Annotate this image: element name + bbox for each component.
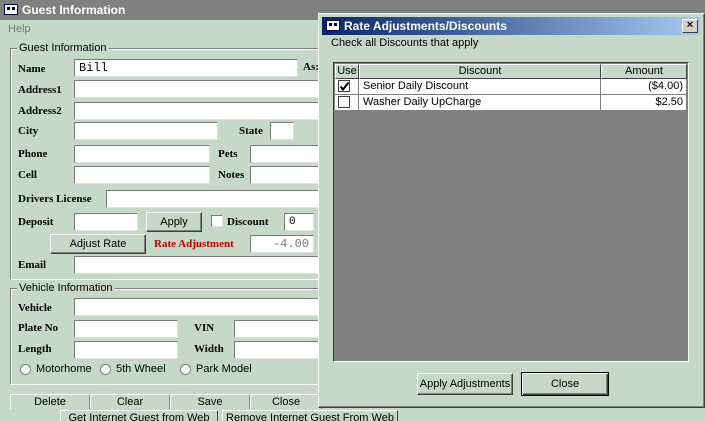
phone-label: Phone bbox=[18, 148, 48, 160]
vehicle-input[interactable] bbox=[74, 298, 322, 316]
address1-label: Address1 bbox=[18, 84, 62, 96]
apply-button[interactable]: Apply bbox=[146, 212, 202, 232]
dialog-instruction: Check all Discounts that apply bbox=[331, 37, 479, 49]
drivers-license-label: Drivers License bbox=[18, 193, 92, 205]
email-input[interactable] bbox=[74, 256, 322, 274]
name-label: Name bbox=[18, 63, 46, 75]
table-row-amount-cell[interactable]: $2.50 bbox=[601, 95, 687, 111]
city-input[interactable] bbox=[74, 122, 218, 140]
discount-grid: Use Discount Amount Senior Daily Discoun… bbox=[333, 62, 689, 362]
dialog-close-icon[interactable]: × bbox=[682, 19, 698, 33]
motorhome-radio[interactable] bbox=[20, 364, 31, 375]
vehicle-information-group-label: Vehicle Information bbox=[17, 282, 115, 294]
get-internet-guest-button[interactable]: Get Internet Guest from Web bbox=[60, 410, 218, 421]
menu-help[interactable]: Help bbox=[8, 23, 31, 35]
table-row-use-cell[interactable] bbox=[335, 79, 359, 95]
deposit-input[interactable] bbox=[74, 213, 138, 231]
email-label: Email bbox=[18, 259, 47, 271]
row-2-use-checkbox[interactable] bbox=[338, 96, 350, 108]
pets-input[interactable] bbox=[250, 145, 322, 163]
main-window-title: Guest Information bbox=[22, 3, 126, 17]
cell-label: Cell bbox=[18, 169, 37, 181]
notes-label: Notes bbox=[218, 169, 245, 181]
table-row-discount-cell[interactable]: Washer Daily UpCharge bbox=[359, 95, 601, 111]
delete-button[interactable]: Delete bbox=[10, 394, 90, 409]
5th-wheel-radio[interactable] bbox=[100, 364, 111, 375]
vin-input[interactable] bbox=[234, 320, 322, 338]
apply-adjustments-button[interactable]: Apply Adjustments bbox=[417, 373, 513, 395]
phone-input[interactable] bbox=[74, 145, 210, 163]
dialog-title: Rate Adjustments/Discounts bbox=[344, 19, 507, 33]
length-input[interactable] bbox=[74, 341, 178, 359]
width-label: Width bbox=[194, 343, 224, 355]
row-1-use-checkbox[interactable] bbox=[338, 80, 350, 92]
state-input[interactable] bbox=[270, 122, 294, 140]
address2-label: Address2 bbox=[18, 105, 62, 117]
grid-header-use[interactable]: Use bbox=[335, 64, 359, 79]
length-label: Length bbox=[18, 343, 52, 355]
cell-input[interactable] bbox=[74, 166, 210, 184]
city-label: City bbox=[18, 125, 39, 137]
close-button[interactable]: Close bbox=[250, 394, 322, 409]
notes-input[interactable] bbox=[250, 166, 322, 184]
clear-button[interactable]: Clear bbox=[90, 394, 170, 409]
plate-no-input[interactable] bbox=[74, 320, 178, 338]
rate-adjustment-value: -4.00 bbox=[250, 235, 314, 253]
vin-label: VIN bbox=[194, 322, 215, 334]
5th-wheel-radio-label: 5th Wheel bbox=[116, 363, 166, 375]
guest-information-group-label: Guest Information bbox=[17, 42, 109, 54]
dialog-window-icon bbox=[326, 20, 340, 31]
vehicle-label: Vehicle bbox=[18, 302, 52, 314]
rate-adjustments-dialog: Rate Adjustments/Discounts × Check all D… bbox=[318, 13, 705, 408]
address2-input[interactable] bbox=[74, 102, 324, 120]
plate-no-label: Plate No bbox=[18, 322, 59, 334]
as-label: As: bbox=[303, 61, 319, 73]
grid-header-discount[interactable]: Discount bbox=[359, 64, 601, 79]
pets-label: Pets bbox=[218, 148, 238, 160]
discount-checkbox[interactable] bbox=[211, 215, 223, 227]
park-model-radio-label: Park Model bbox=[196, 363, 252, 375]
grid-header-amount[interactable]: Amount bbox=[601, 64, 687, 79]
table-row-discount-cell[interactable]: Senior Daily Discount bbox=[359, 79, 601, 95]
save-button[interactable]: Save bbox=[170, 394, 250, 409]
width-input[interactable] bbox=[234, 341, 322, 359]
state-label: State bbox=[239, 125, 263, 137]
address1-input[interactable] bbox=[74, 80, 324, 98]
deposit-label: Deposit bbox=[18, 216, 54, 228]
discount-input[interactable]: 0 bbox=[284, 213, 314, 231]
discount-label: Discount bbox=[227, 216, 269, 228]
checkmark-icon bbox=[339, 81, 350, 92]
table-row-amount-cell[interactable]: ($4.00) bbox=[601, 79, 687, 95]
drivers-license-input[interactable] bbox=[106, 190, 322, 208]
remove-internet-guest-button[interactable]: Remove Internet Guest From Web bbox=[222, 410, 398, 421]
adjust-rate-button[interactable]: Adjust Rate bbox=[50, 234, 146, 254]
rate-adjustment-label: Rate Adjustment bbox=[154, 238, 234, 250]
table-row-use-cell[interactable] bbox=[335, 95, 359, 111]
dialog-title-bar: Rate Adjustments/Discounts × bbox=[322, 17, 700, 35]
park-model-radio[interactable] bbox=[180, 364, 191, 375]
app-window-icon bbox=[4, 4, 18, 15]
motorhome-radio-label: Motorhome bbox=[36, 363, 92, 375]
name-input[interactable]: Bill bbox=[74, 59, 298, 77]
dialog-close-button[interactable]: Close bbox=[521, 372, 609, 396]
bottom-button-bar: Delete Clear Save Close bbox=[10, 394, 322, 409]
